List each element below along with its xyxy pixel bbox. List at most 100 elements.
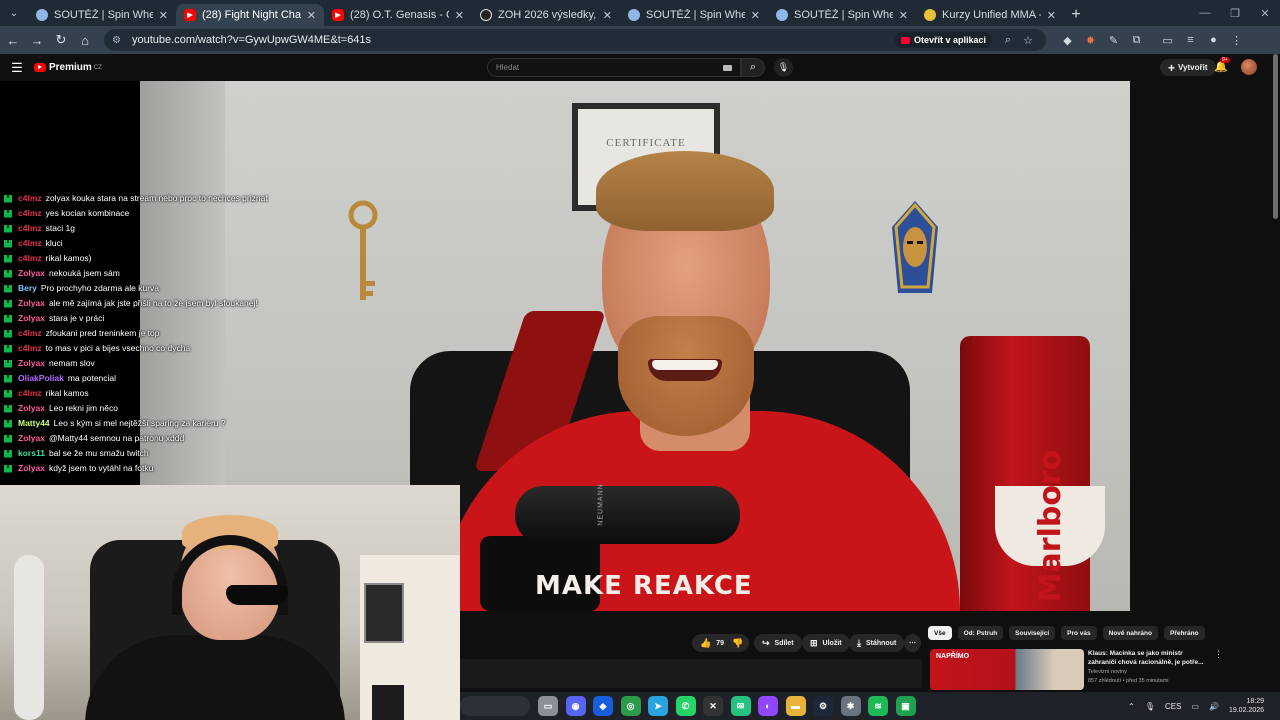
close-tab-icon[interactable]: ✕ [159,9,168,22]
close-tab-icon[interactable]: ✕ [899,9,908,22]
browser-menu-icon[interactable]: ⋮ [1225,34,1248,47]
telegram-icon[interactable]: ➤ [648,696,668,716]
twitch-icon[interactable]: ◐ [758,696,778,716]
network-icon[interactable]: ▭ [1191,702,1199,711]
url-text[interactable]: youtube.com/watch?v=GywUpwGW4ME&t=641s [132,34,895,46]
recommended-thumbnail[interactable]: NAPŘÍMO [930,649,1084,690]
close-tab-icon[interactable]: ✕ [1047,9,1056,22]
site-info-icon[interactable]: ⚙ [112,35,126,46]
discord-icon[interactable]: ◉ [565,696,586,716]
whatsapp-icon[interactable]: ✆ [675,696,696,716]
betting-favicon-icon [924,9,936,21]
download-icon: ⤓ [857,637,861,648]
filter-chip[interactable]: Vše [928,626,952,640]
close-tab-icon[interactable]: ✕ [455,9,464,22]
steam-icon[interactable]: ⚙ [813,696,833,716]
close-tab-icon[interactable]: ✕ [751,9,760,22]
x-icon[interactable]: ✕ [703,696,723,716]
search-button[interactable]: ⌕ [741,58,765,77]
extensions-puzzle-icon[interactable]: ⧉ [1125,34,1148,47]
page-scrollbar[interactable] [1270,54,1280,692]
extension-icon[interactable]: ✎ [1102,34,1125,47]
chat-message: Zolyax ale mě zajímá jak jste přišli na t… [4,296,304,311]
xbox-icon[interactable]: ▣ [895,696,916,716]
sidebar-icon[interactable]: ▭ [1156,34,1179,47]
browser-tab[interactable]: SOUTĚŽ | Spin Wheel ✕ [28,4,176,26]
share-button[interactable]: ↪ Sdílet [754,634,802,652]
close-tab-icon[interactable]: ✕ [603,9,612,22]
chat-text: zolyax kouka stara na stream nebo proc t… [45,193,268,203]
voice-search-button[interactable]: 🎙 [774,58,793,77]
description-box[interactable] [460,659,922,688]
clock[interactable]: 18:29 19.02.2026 [1229,697,1264,715]
open-in-app-label: Otevřít v aplikaci [913,35,986,45]
browser-tab[interactable]: Kurzy Unified MMA - Sázení na ✕ [916,4,1064,26]
scrollbar-thumb[interactable] [1273,54,1278,219]
zoom-icon[interactable]: ⌕ [998,34,1018,47]
profile-icon[interactable]: ● [1202,34,1225,46]
account-avatar[interactable] [1241,59,1257,75]
browser-tab[interactable]: ZOH 2026 výsledky, Hokej Světa ✕ [472,4,620,26]
bitwarden-icon[interactable]: ◆ [593,696,613,716]
forward-icon[interactable]: → [26,29,48,51]
extension-icon[interactable]: ◆ [1056,34,1079,47]
chat-text: rikal kamos [45,388,89,398]
filter-chip[interactable]: Související [1009,626,1056,640]
youtube-premium-logo[interactable]: Premium CZ [34,62,102,73]
thumbs-up-icon: 👍 [700,637,712,648]
filter-chip[interactable]: Přehráno [1163,626,1205,640]
new-tab-button[interactable]: + [1064,4,1088,26]
bookmark-star-icon[interactable]: ☆ [1018,34,1038,47]
settings-icon[interactable]: ✱ [840,696,861,716]
back-icon[interactable]: ← [2,29,24,51]
recommended-video[interactable]: NAPŘÍMO Klaus: Macinka se jako ministr z… [928,649,1248,694]
save-button[interactable]: ⊞ Uložit [802,634,850,652]
browser-tab[interactable]: ▶ (28) Fight Night Challenge POP ✕ [176,4,324,26]
plus-icon: + [1168,60,1176,75]
download-button[interactable]: ⤓ Stáhnout [849,634,905,652]
spotify-icon[interactable]: ≋ [868,696,888,716]
browser-tab[interactable]: ▶ (28) O.T. Genasis - CoCo [Offici ✕ [324,4,472,26]
sunglasses [226,585,288,605]
messenger-icon[interactable]: ✉ [730,696,751,716]
menu-icon[interactable]: ☰ [0,60,34,76]
filter-chip[interactable]: Nově nahráno [1102,626,1158,640]
notifications-button[interactable]: 🔔 9+ [1214,57,1230,73]
clock-date: 19.02.2026 [1228,707,1264,714]
file-explorer-icon[interactable]: ▭ [538,696,558,716]
dislike-button[interactable]: 👎 [726,634,750,652]
browser-tab[interactable]: SOUTĚŽ | Spin Wheel ✕ [768,4,916,26]
volume-icon[interactable]: 🔊 [1209,702,1219,711]
more-actions-button[interactable]: ⋯ [904,634,921,652]
recommended-channel[interactable]: Televizní noviny [1088,669,1127,675]
tray-mic-icon[interactable]: 🎙 [1145,702,1155,711]
search-input[interactable]: Hledat [487,58,741,77]
create-button[interactable]: + Vytvořit [1160,59,1216,76]
webcam-overlay [0,485,460,720]
more-vertical-icon[interactable]: ⋮ [1214,649,1223,660]
window-controls: — ❐ ✕ [1190,0,1280,26]
close-tab-icon[interactable]: ✕ [307,9,316,22]
like-button[interactable]: 👍 79 [692,634,731,652]
home-icon[interactable]: ⌂ [74,29,96,51]
filter-chip[interactable]: Od: Pstruh [957,626,1004,640]
chat-text: nekouká jsem sám [48,268,120,278]
language-indicator[interactable]: CES [1165,702,1181,711]
open-in-app-button[interactable]: Otevřít v aplikaci [894,32,992,48]
taskbar-search[interactable] [460,696,530,716]
filter-chip[interactable]: Pro vás [1061,626,1097,640]
address-bar[interactable]: ⚙ youtube.com/watch?v=GywUpwGW4ME&t=641s… [104,29,1046,51]
recommended-title[interactable]: Klaus: Macinka se jako ministr zahraničí… [1088,649,1208,667]
tray-overflow-icon[interactable]: ⌃ [1128,702,1135,711]
reload-icon[interactable]: ↻ [50,29,72,51]
keyboard-icon[interactable] [723,64,732,71]
chrome-icon[interactable]: ◎ [620,696,641,716]
browser-tab[interactable]: SOUTĚŽ | Spin Wheel ✕ [620,4,768,26]
close-window-icon[interactable]: ✕ [1250,7,1280,20]
folder-icon[interactable]: ▬ [785,696,806,716]
restore-icon[interactable]: ❐ [1220,7,1250,20]
extension-icon[interactable]: ✸ [1079,34,1102,47]
media-controls-icon[interactable]: ≡ [1179,34,1202,46]
minimize-icon[interactable]: — [1190,7,1220,19]
tab-search-chevron-icon[interactable]: ⌄ [0,0,28,26]
